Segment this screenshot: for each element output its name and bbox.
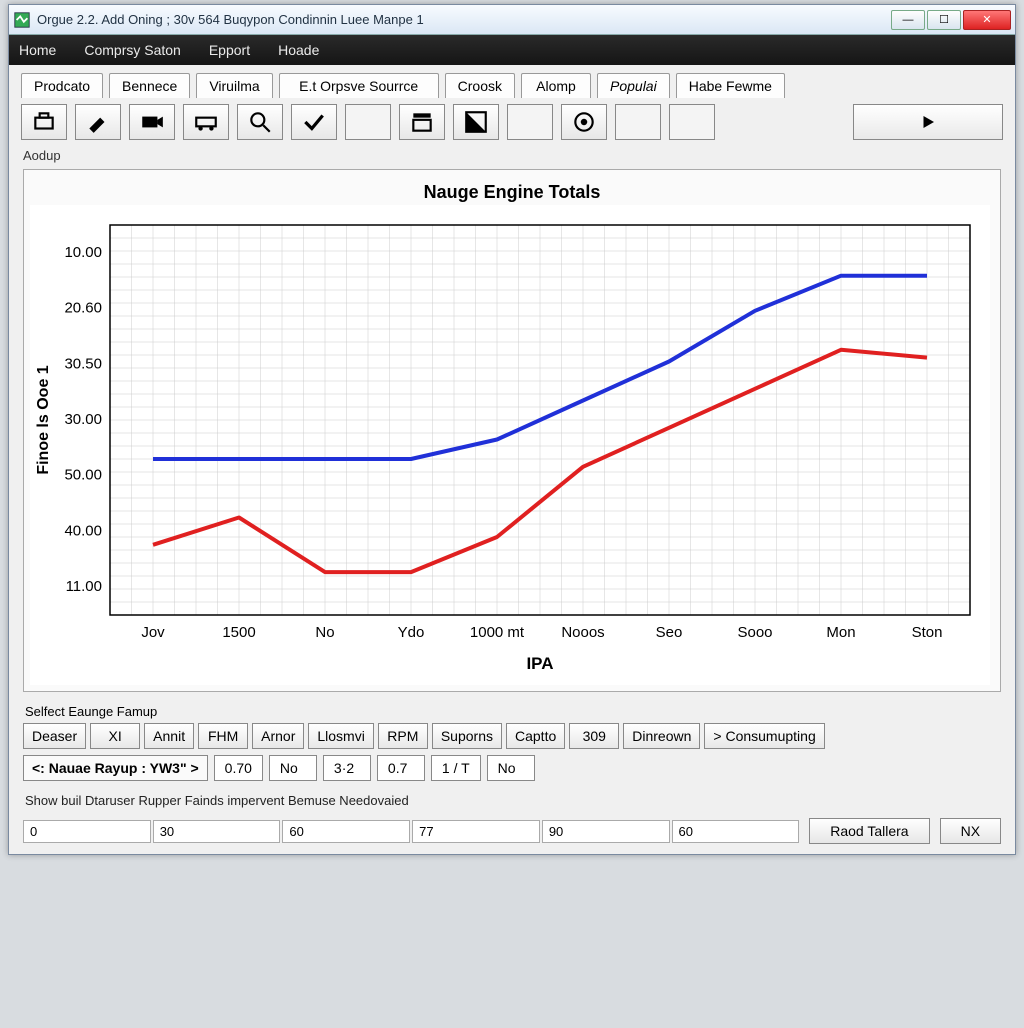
tool-frame-icon[interactable] — [399, 104, 445, 140]
window-controls: — ☐ ✕ — [891, 10, 1011, 30]
tool-contrast-icon[interactable] — [453, 104, 499, 140]
tabstrip: Prodcato Bennece Viruilma E.t Orpsve Sou… — [9, 65, 1015, 98]
tool-blank-1[interactable] — [345, 104, 391, 140]
maximize-button[interactable]: ☐ — [927, 10, 961, 30]
tool-blank-3[interactable] — [615, 104, 661, 140]
value-cell-5[interactable]: No — [487, 755, 535, 781]
foot-cell-1: 30 — [153, 820, 281, 843]
tool-vehicle-icon[interactable] — [183, 104, 229, 140]
tab-alomp[interactable]: Alomp — [521, 73, 591, 98]
svg-text:30.50: 30.50 — [64, 355, 102, 372]
toolbar — [9, 98, 1015, 146]
svg-text:40.00: 40.00 — [64, 522, 102, 539]
sel-btn-2[interactable]: Annit — [144, 723, 194, 749]
svg-text:No: No — [315, 624, 334, 641]
svg-text:50.00: 50.00 — [64, 467, 102, 484]
tool-camera-icon[interactable] — [129, 104, 175, 140]
foot-cell-4: 90 — [542, 820, 670, 843]
sel-btn-0[interactable]: Deaser — [23, 723, 86, 749]
app-window: Orgue 2.2. Add Oning ; 30v 564 Buqypon C… — [8, 4, 1016, 855]
footer-btn-nx[interactable]: NX — [940, 818, 1001, 844]
value-cell-0[interactable]: 0.70 — [214, 755, 263, 781]
value-cell-2[interactable]: 3·2 — [323, 755, 371, 781]
foot-cell-3: 77 — [412, 820, 540, 843]
footer-btn-raod[interactable]: Raod Tallera — [809, 818, 929, 844]
app-icon — [13, 11, 31, 29]
svg-text:Ydo: Ydo — [398, 624, 425, 641]
tab-habe-fewme[interactable]: Habe Fewme — [676, 73, 785, 98]
tab-bennece[interactable]: Bennece — [109, 73, 190, 98]
chart-title: Nauge Engine Totals — [30, 176, 994, 205]
menu-epport[interactable]: Epport — [209, 42, 250, 58]
tool-box-icon[interactable] — [21, 104, 67, 140]
svg-text:1000 mt: 1000 mt — [470, 624, 525, 641]
svg-text:11.00: 11.00 — [66, 578, 102, 595]
tool-check-icon[interactable] — [291, 104, 337, 140]
tool-gauge-icon[interactable] — [561, 104, 607, 140]
titlebar: Orgue 2.2. Add Oning ; 30v 564 Buqypon C… — [9, 5, 1015, 35]
tool-blank-2[interactable] — [507, 104, 553, 140]
value-row: <: Nauae Rayup : YW3" > 0.70 No 3·2 0.7 … — [9, 749, 1015, 787]
svg-text:IPA: IPA — [526, 654, 553, 673]
window-title: Orgue 2.2. Add Oning ; 30v 564 Buqypon C… — [37, 12, 891, 27]
tab-croosk[interactable]: Croosk — [445, 73, 515, 98]
menubar: Home Comprsy Saton Epport Hoade — [9, 35, 1015, 65]
svg-text:Sooo: Sooo — [737, 624, 772, 641]
tool-hammer-icon[interactable] — [75, 104, 121, 140]
menu-comprsy[interactable]: Comprsy Saton — [84, 42, 180, 58]
foot-cell-0: 0 — [23, 820, 151, 843]
tool-search-icon[interactable] — [237, 104, 283, 140]
tool-blank-4[interactable] — [669, 104, 715, 140]
svg-text:30.00: 30.00 — [64, 411, 102, 428]
status-line: Show buil Dtaruser Rupper Fainds imperve… — [9, 787, 1015, 814]
svg-text:Jov: Jov — [141, 624, 165, 641]
foot-cell-2: 60 — [282, 820, 410, 843]
svg-text:10.00: 10.00 — [64, 244, 102, 261]
svg-text:Mon: Mon — [826, 624, 855, 641]
sel-btn-9[interactable]: 309 — [569, 723, 619, 749]
sel-btn-10[interactable]: Dinreown — [623, 723, 700, 749]
minimize-button[interactable]: — — [891, 10, 925, 30]
sel-btn-1[interactable]: XI — [90, 723, 140, 749]
value-cell-1[interactable]: No — [269, 755, 317, 781]
svg-text:Seo: Seo — [656, 624, 683, 641]
svg-text:Finoe ls Ooe 1: Finoe ls Ooe 1 — [35, 365, 52, 474]
svg-text:Nooos: Nooos — [561, 624, 604, 641]
close-button[interactable]: ✕ — [963, 10, 1011, 30]
svg-text:Ston: Ston — [912, 624, 943, 641]
value-cell-4[interactable]: 1 / T — [431, 755, 481, 781]
sel-btn-4[interactable]: Arnor — [252, 723, 304, 749]
select-group-row: Deaser XI Annit FHM Arnor Llosmvi RPM Su… — [9, 723, 1015, 749]
sel-btn-6[interactable]: RPM — [378, 723, 428, 749]
sel-btn-5[interactable]: Llosmvi — [308, 723, 373, 749]
select-group-label: Selfect Eaunge Famup — [9, 696, 1015, 723]
svg-text:20.60: 20.60 — [64, 300, 102, 317]
play-button[interactable] — [853, 104, 1003, 140]
value-cell-3[interactable]: 0.7 — [377, 755, 425, 781]
sel-btn-3[interactable]: FHM — [198, 723, 248, 749]
tab-viruilma[interactable]: Viruilma — [196, 73, 272, 98]
foot-cell-5: 60 — [672, 820, 800, 843]
svg-text:1500: 1500 — [222, 624, 255, 641]
chart-panel: Nauge Engine Totals 10.00 20.60 30.50 30.00… — [23, 169, 1001, 692]
sel-btn-8[interactable]: Captto — [506, 723, 565, 749]
value-row-lead: <: Nauae Rayup : YW3" > — [23, 755, 208, 781]
menu-hoade[interactable]: Hoade — [278, 42, 319, 58]
footer-row: 0 30 60 77 90 60 Raod Tallera NX — [9, 814, 1015, 854]
panel-label: Aodup — [9, 146, 1015, 165]
menu-home[interactable]: Home — [19, 42, 56, 58]
tab-ext-source[interactable]: E.t Orpsve Sourrce — [279, 73, 439, 98]
sel-btn-11[interactable]: > Consumupting — [704, 723, 824, 749]
tab-prodcato[interactable]: Prodcato — [21, 73, 103, 98]
chart-area: 10.00 20.60 30.50 30.00 50.00 40.00 11.00 Finoe… — [30, 205, 990, 685]
tab-populai[interactable]: Populai — [597, 73, 670, 98]
sel-btn-7[interactable]: Suporns — [432, 723, 502, 749]
